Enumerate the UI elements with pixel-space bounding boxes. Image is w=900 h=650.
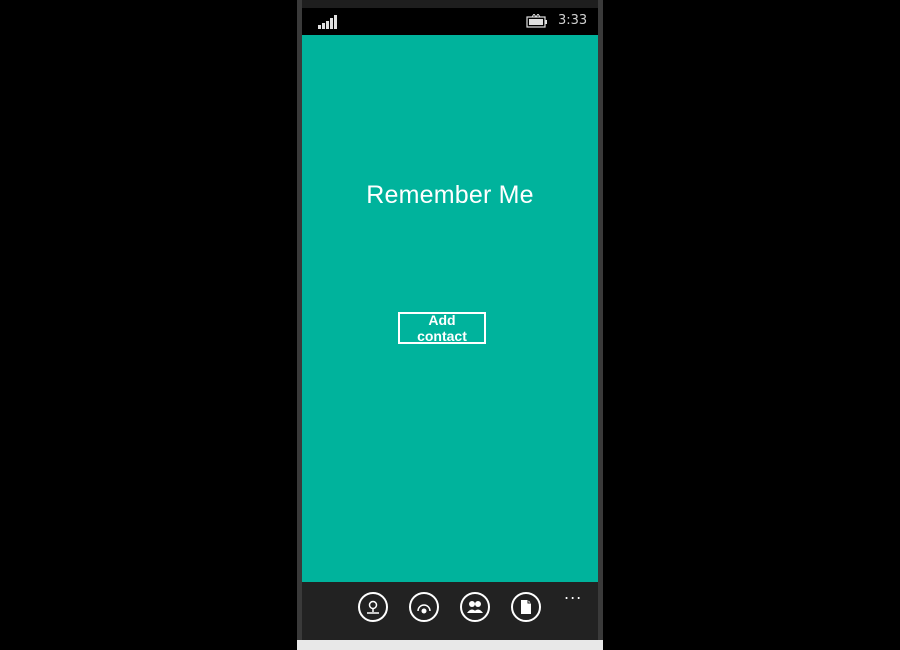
- phone-edge-right: [598, 0, 603, 650]
- main-content: Remember Me Add contact: [302, 35, 598, 582]
- more-options-button[interactable]: ...: [564, 584, 582, 603]
- people-button[interactable]: [460, 592, 490, 622]
- map-pin-icon: [367, 600, 379, 614]
- battery-icon: [526, 14, 547, 28]
- document-button[interactable]: [511, 592, 541, 622]
- phone-bottom-edge: [297, 640, 603, 650]
- people-icon: [467, 601, 483, 613]
- radar-button[interactable]: [409, 592, 439, 622]
- signal-strength-icon: [318, 15, 338, 29]
- radar-icon: [417, 604, 431, 614]
- map-pin-button[interactable]: [358, 592, 388, 622]
- document-icon: [521, 600, 531, 614]
- app-bar: ...: [302, 582, 598, 640]
- page-title: Remember Me: [366, 181, 534, 209]
- add-contact-button[interactable]: Add contact: [398, 312, 486, 344]
- status-clock: 3:33: [558, 13, 588, 28]
- status-bar: 3:33: [302, 8, 598, 35]
